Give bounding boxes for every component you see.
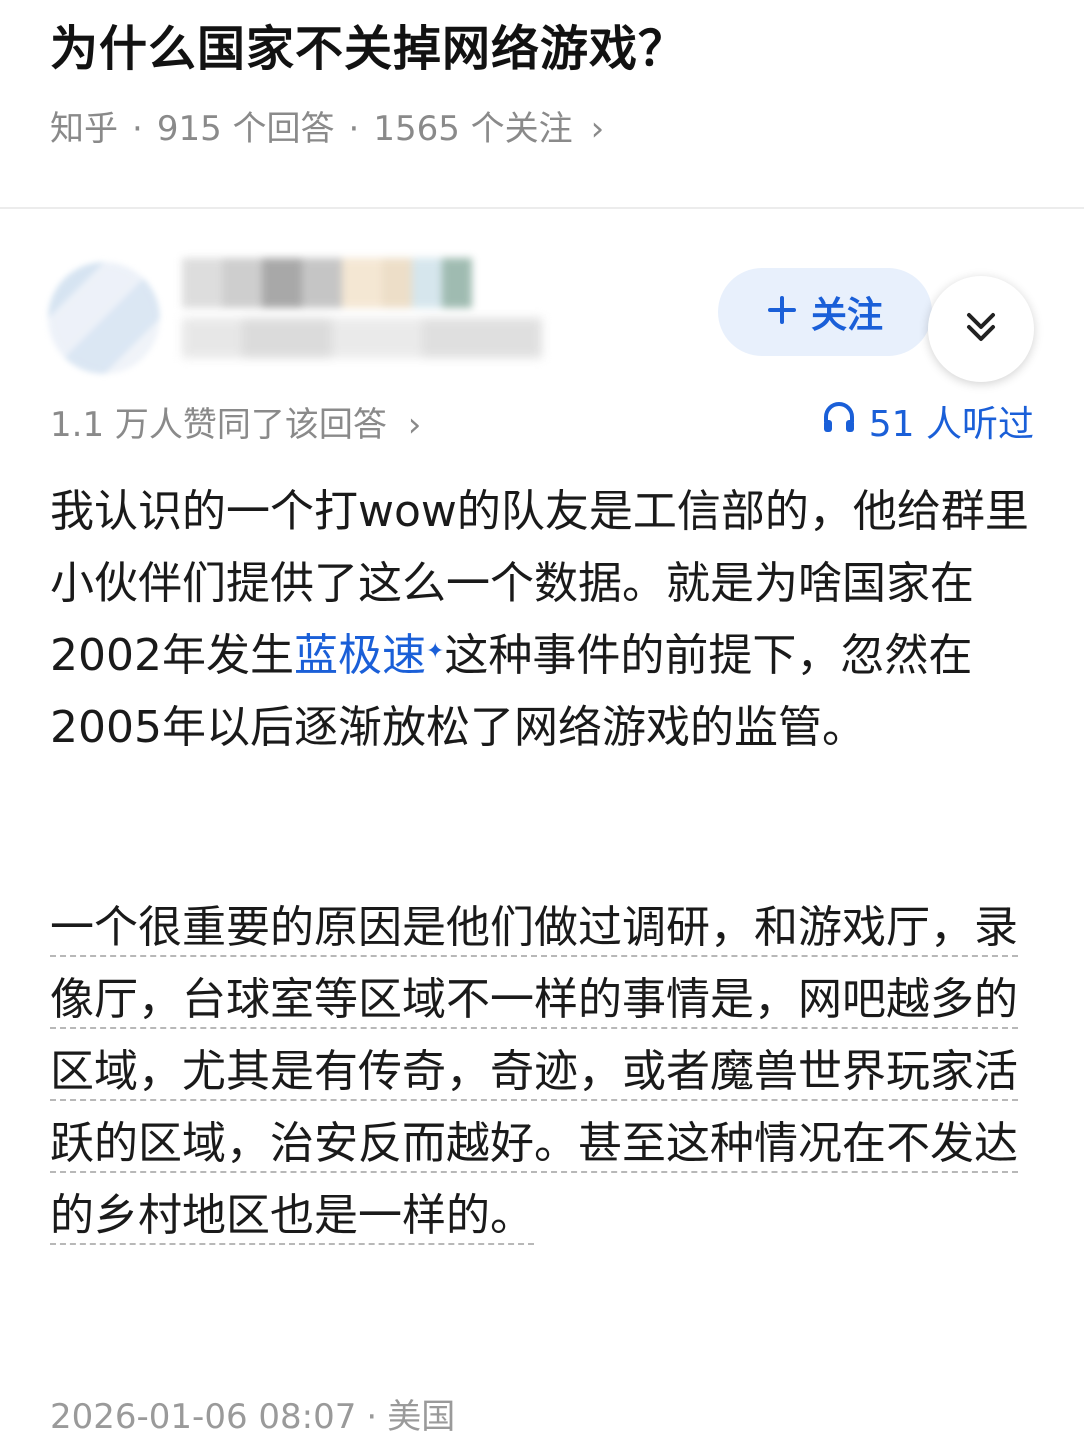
ip-location: 美国 <box>387 1397 456 1437</box>
source-label: 知乎 <box>50 109 118 149</box>
chevron-right-icon: › <box>407 405 422 445</box>
chevron-right-icon: › <box>590 109 605 149</box>
author-name-blurred[interactable] <box>182 258 482 308</box>
follow-label: 关注 <box>810 295 883 336</box>
keyword-link[interactable]: 蓝极速✦ <box>294 630 444 681</box>
footer-separator: · <box>366 1397 378 1437</box>
answer-paragraph-1: 我认识的一个打wow的队友是工信部的，他给群里小伙伴们提供了这么一个数据。就是为… <box>50 476 1040 764</box>
highlighted-passage[interactable]: 一个很重要的原因是他们做过调研，和游戏厅，录像厅，台球室等区域不一样的事情是，网… <box>50 902 1018 1245</box>
listen-indicator[interactable]: 51 人听过 <box>821 400 1034 450</box>
followers-count: 1565 个关注 <box>373 109 573 149</box>
vote-summary[interactable]: 1.1 万人赞同了该回答 › <box>50 400 421 450</box>
listen-count-text: 51 人听过 <box>868 404 1034 445</box>
keyword-link-text: 蓝极速 <box>293 630 426 681</box>
question-title[interactable]: 为什么国家不关掉网络游戏？ <box>50 14 687 84</box>
vote-count-text: 1.1 万人赞同了该回答 <box>50 405 387 445</box>
answers-count: 915 个回答 <box>156 109 335 149</box>
question-meta[interactable]: 知乎 · 915 个回答 · 1565 个关注 › <box>50 104 604 154</box>
answer-footer: 2026-01-06 08:07 · 美国 <box>50 1392 455 1442</box>
answer-paragraph-2: 一个很重要的原因是他们做过调研，和游戏厅，录像厅，台球室等区域不一样的事情是，网… <box>50 892 1040 1252</box>
author-avatar[interactable] <box>48 262 160 374</box>
section-divider <box>0 207 1084 209</box>
double-chevron-down-icon <box>961 307 1001 351</box>
author-headline-blurred <box>182 318 542 358</box>
publish-datetime: 2026-01-06 08:07 <box>50 1397 357 1437</box>
meta-separator: · <box>348 109 360 149</box>
plus-icon <box>767 289 797 335</box>
meta-separator: · <box>132 109 143 149</box>
more-options-button[interactable] <box>928 276 1034 382</box>
sparkle-icon: ✦ <box>425 639 445 664</box>
headphones-icon <box>821 400 857 450</box>
follow-button[interactable]: 关注 <box>718 268 932 356</box>
